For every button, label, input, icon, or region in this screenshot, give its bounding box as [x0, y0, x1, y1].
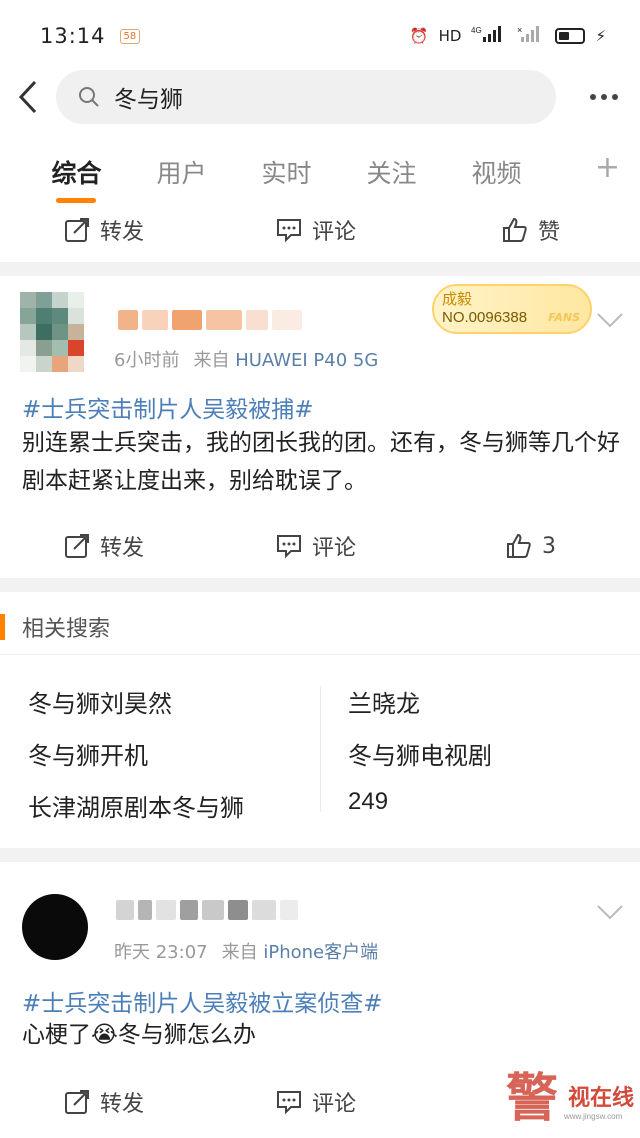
- related-search-item[interactable]: 兰晓龙: [348, 684, 420, 719]
- back-icon[interactable]: [0, 68, 56, 126]
- more-icon[interactable]: [590, 94, 618, 100]
- charging-icon: ⚡: [595, 27, 606, 45]
- signal-icon-2: ×: [517, 25, 545, 47]
- fans-tag: FANS: [548, 311, 580, 324]
- related-searches-header: 相关搜索: [0, 604, 640, 650]
- app-notification-icon: 58: [119, 28, 141, 44]
- column-divider: [320, 686, 321, 812]
- post-meta: 昨天 23:07 来自 iPhone客户端: [114, 938, 378, 964]
- related-search-item[interactable]: 冬与狮刘昊然: [28, 684, 172, 719]
- related-searches-grid: 冬与狮刘昊然 兰晓龙 冬与狮开机 冬与狮电视剧 长津湖原剧本冬与狮 249: [0, 668, 640, 830]
- post-topic[interactable]: #士兵突击制片人吴毅被立案侦查#: [22, 984, 383, 1018]
- divider: [0, 262, 640, 276]
- tab-users[interactable]: 用户: [129, 140, 234, 190]
- post-card: 6小时前 来自 HUAWEI P40 5G 成毅 NO.0096388 FANS…: [0, 276, 640, 576]
- post-text-start: 心梗了: [22, 1022, 91, 1048]
- post-time: 6小时前: [114, 350, 180, 371]
- comment-label: 评论: [312, 1092, 357, 1117]
- site-watermark-logo: 警 视在线 www.jingsw.com: [498, 1050, 640, 1138]
- battery-icon: [555, 28, 586, 44]
- tab-following[interactable]: 关注: [339, 140, 444, 190]
- like-button[interactable]: 赞: [502, 214, 560, 246]
- repost-button[interactable]: 转发: [64, 530, 144, 562]
- alarm-icon: ⏰: [409, 27, 429, 45]
- status-bar: 13:14 58 ⏰ HD 4G × ⚡: [0, 0, 640, 72]
- tab-comprehensive[interactable]: 综合: [24, 140, 129, 203]
- prev-post-actions: 转发 评论 赞: [0, 202, 640, 258]
- post-topic[interactable]: #士兵突击制片人吴毅被捕#: [22, 390, 314, 424]
- repost-label: 转发: [100, 220, 145, 245]
- status-time: 13:14: [40, 24, 106, 48]
- repost-button[interactable]: 转发: [64, 214, 144, 246]
- search-icon: [78, 86, 100, 108]
- like-label: 赞: [538, 220, 561, 245]
- like-button[interactable]: 3: [506, 533, 556, 559]
- search-query: 冬与狮: [114, 87, 183, 113]
- thumbs-up-icon: [506, 533, 532, 559]
- related-search-item[interactable]: 冬与狮开机: [28, 736, 148, 771]
- comment-button[interactable]: 评论: [276, 214, 356, 246]
- post-source[interactable]: iPhone客户端: [263, 942, 378, 963]
- avatar[interactable]: [20, 292, 84, 372]
- svg-text:4G: 4G: [471, 26, 482, 35]
- comment-button[interactable]: 评论: [276, 1086, 356, 1118]
- tab-realtime[interactable]: 实时: [234, 140, 339, 190]
- related-searches-title: 相关搜索: [22, 617, 111, 642]
- comment-label: 评论: [312, 220, 357, 245]
- comment-icon: [276, 217, 302, 243]
- repost-label: 转发: [100, 536, 145, 561]
- search-tabs: 综合 用户 实时 关注 视频 +: [0, 140, 640, 208]
- avatar[interactable]: [22, 894, 88, 960]
- repost-label: 转发: [100, 1092, 145, 1117]
- comment-button[interactable]: 评论: [276, 530, 356, 562]
- search-input[interactable]: 冬与狮: [56, 70, 556, 124]
- post-source[interactable]: HUAWEI P40 5G: [235, 350, 378, 371]
- repost-icon: [64, 533, 90, 559]
- related-search-item[interactable]: 长津湖原剧本冬与狮: [28, 788, 244, 823]
- signal-icon: 4G: [471, 25, 507, 47]
- source-prefix: 来自: [221, 942, 258, 963]
- tab-video[interactable]: 视频: [444, 140, 549, 190]
- like-count: 3: [542, 533, 556, 559]
- fan-badge[interactable]: 成毅 NO.0096388 FANS: [432, 284, 592, 334]
- crying-emoji-icon: 😭: [91, 1022, 118, 1048]
- watermark-glyph: 警: [506, 1068, 559, 1129]
- chevron-down-icon[interactable]: [596, 310, 624, 330]
- post-text-end: 冬与狮怎么办: [117, 1022, 256, 1048]
- svg-text:×: ×: [517, 25, 522, 35]
- repost-icon: [64, 217, 90, 243]
- watermark-url: www.jingsw.com: [564, 1112, 623, 1121]
- comment-label: 评论: [312, 536, 357, 561]
- post-text: 心梗了😭冬与狮怎么办: [22, 1016, 622, 1054]
- post-actions: 转发 评论 3: [0, 518, 640, 574]
- divider: [0, 848, 640, 862]
- status-indicators: ⏰ HD 4G × ⚡: [410, 25, 606, 47]
- search-header: 冬与狮: [0, 68, 640, 126]
- username-blurred[interactable]: [118, 310, 302, 334]
- comment-icon: [276, 533, 302, 559]
- post-meta: 6小时前 来自 HUAWEI P40 5G: [114, 346, 378, 372]
- chevron-down-icon[interactable]: [596, 902, 624, 922]
- source-prefix: 来自: [193, 350, 230, 371]
- divider: [0, 654, 640, 655]
- post-text: 别连累士兵突击，我的团长我的团。还有，冬与狮等几个好剧本赶紧让度出来，别给耽误了…: [22, 430, 620, 494]
- username-blurred[interactable]: [116, 900, 298, 924]
- divider: [0, 578, 640, 592]
- watermark-text: 视在线: [568, 1086, 635, 1111]
- thumbs-up-icon: [502, 217, 528, 243]
- related-search-item[interactable]: 249: [348, 788, 388, 816]
- section-accent-bar: [0, 614, 5, 640]
- network-label: HD: [438, 27, 462, 45]
- fan-badge-name: 成毅: [442, 290, 473, 308]
- post-time: 昨天 23:07: [114, 942, 208, 963]
- related-search-item[interactable]: 冬与狮电视剧: [348, 736, 492, 771]
- comment-icon: [276, 1089, 302, 1115]
- add-tab-button[interactable]: +: [595, 140, 620, 185]
- repost-button[interactable]: 转发: [64, 1086, 144, 1118]
- repost-icon: [64, 1089, 90, 1115]
